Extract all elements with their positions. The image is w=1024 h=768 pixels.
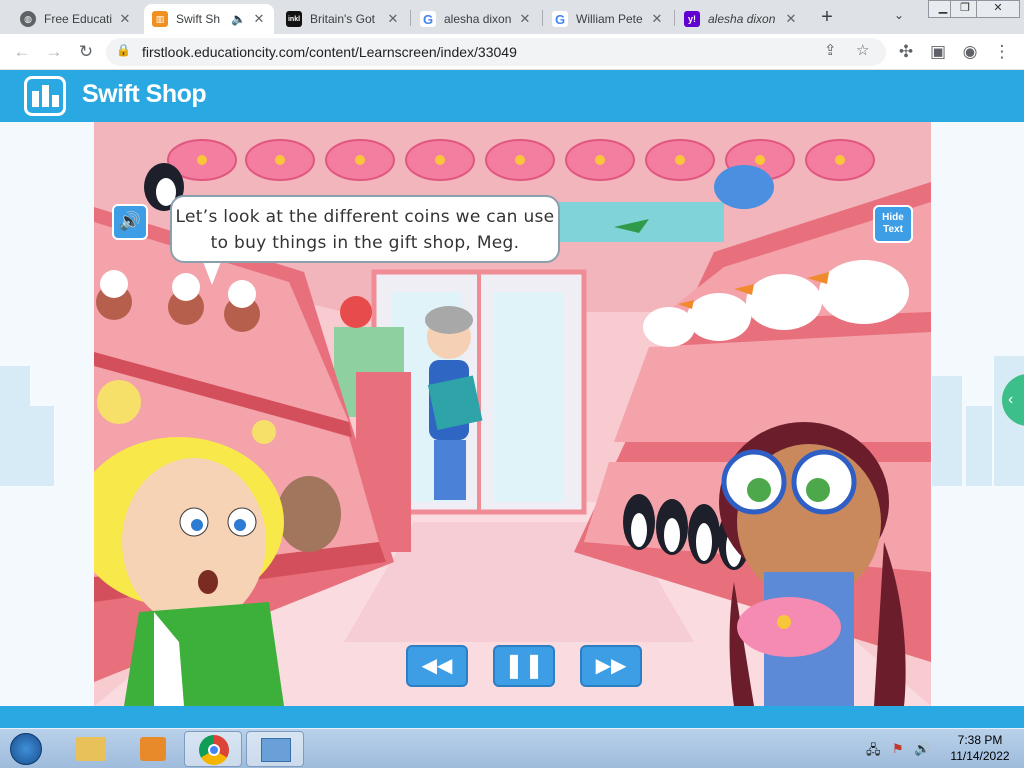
tab-title: alesha dixon [708,12,776,26]
clock-date: 11/14/2022 [950,749,1010,763]
windows-orb-icon [10,733,42,765]
educationcity-logo[interactable] [24,76,66,116]
dialog-text: Let’s look at the different coins we can… [170,195,560,263]
tab-3[interactable]: inkl Britain's Got ✕ [278,4,408,34]
share-icon[interactable]: ⇪ [824,41,837,59]
menu-kebab-icon[interactable]: ⋮ [990,40,1014,64]
speaker-icon: 🔊 [118,211,142,231]
close-tab-icon[interactable]: ✕ [518,11,532,27]
forward-icon[interactable]: → [42,40,66,64]
tab-4[interactable]: G alesha dixon ✕ [412,4,540,34]
tab-search-chevron-icon[interactable]: ⌄ [894,8,904,22]
page-title: Swift Shop [82,80,207,108]
chrome-taskbar-button[interactable] [184,731,242,767]
tab-title: Britain's Got [310,12,375,26]
folder-icon [76,737,106,761]
start-button[interactable] [4,731,48,767]
tab-title: Free Educatio [44,12,112,26]
yahoo-icon: y! [684,11,700,27]
lock-icon[interactable]: 🔒 [116,43,131,57]
inkl-icon: inkl [286,11,302,27]
fast-forward-button[interactable]: ▶▶ [580,645,642,687]
browser-toolbar: ← → ↻ 🔒 firstlook.educationcity.com/cont… [0,34,1024,70]
page-footer-bar [0,706,1024,728]
sound-toggle-button[interactable]: 🔊 [112,204,148,240]
pause-button[interactable]: ❚❚ [493,645,555,687]
profile-icon[interactable]: ◉ [958,40,982,64]
close-tab-icon[interactable]: ✕ [650,11,664,27]
media-player-icon [140,737,166,761]
address-bar[interactable]: 🔒 firstlook.educationcity.com/content/Le… [106,38,886,66]
tab-1[interactable]: ◍ Free Educatio ✕ [12,4,140,34]
control-panel-icon [261,738,291,762]
educationcity-icon: ▥ [152,11,168,27]
url-text[interactable]: firstlook.educationcity.com/content/Lear… [142,44,517,60]
new-tab-button[interactable]: + [814,6,840,30]
audio-playing-icon[interactable]: 🔈 [231,12,246,26]
globe-icon: ◍ [20,11,36,27]
media-player-taskbar-button[interactable] [124,731,182,767]
chrome-icon [199,735,229,765]
reload-icon[interactable]: ↻ [74,40,98,64]
tab-title: William Pete [576,12,643,26]
browser-tab-strip: ◍ Free Educatio ✕ ▥ Swift Sh 🔈 ✕ inkl Br… [0,0,1024,34]
close-tab-icon[interactable]: ✕ [118,11,132,27]
rewind-button[interactable]: ◀◀ [406,645,468,687]
hide-text-button[interactable]: Hide Text [873,205,913,243]
close-window-button[interactable]: ✕ [976,0,1020,18]
back-icon[interactable]: ← [10,40,34,64]
fast-forward-icon: ▶▶ [595,655,627,677]
system-clock[interactable]: 7:38 PM 11/14/2022 [940,732,1020,764]
google-icon: G [552,11,568,27]
clock-time: 7:38 PM [957,733,1003,747]
tab-2-active[interactable]: ▥ Swift Sh 🔈 ✕ [144,4,274,34]
tab-5[interactable]: G William Pete ✕ [544,4,672,34]
close-tab-icon[interactable]: ✕ [386,11,400,27]
google-icon: G [420,11,436,27]
extensions-icon[interactable]: ✣ [894,40,918,64]
control-panel-taskbar-button[interactable] [246,731,304,767]
tab-title: Swift Sh [176,12,221,26]
bookmark-star-icon[interactable]: ☆ [856,41,869,59]
rewind-icon: ◀◀ [421,655,453,677]
tab-6[interactable]: y! alesha dixon ✕ [676,4,806,34]
pause-icon: ❚❚ [503,652,545,679]
file-explorer-taskbar-button[interactable] [62,731,120,767]
close-tab-icon[interactable]: ✕ [252,11,266,27]
side-panel-icon[interactable]: ▣ [926,40,950,64]
action-center-icon[interactable]: ⚑ [892,741,904,757]
tab-title: alesha dixon [444,12,512,26]
chevron-left-icon: ‹ [1008,391,1014,408]
network-icon[interactable]: 🖧 [866,741,881,763]
windows-taskbar: 🖧 ⚑ 🔊 [0,728,1024,768]
close-tab-icon[interactable]: ✕ [784,11,798,27]
volume-icon[interactable]: 🔊 [914,741,930,757]
